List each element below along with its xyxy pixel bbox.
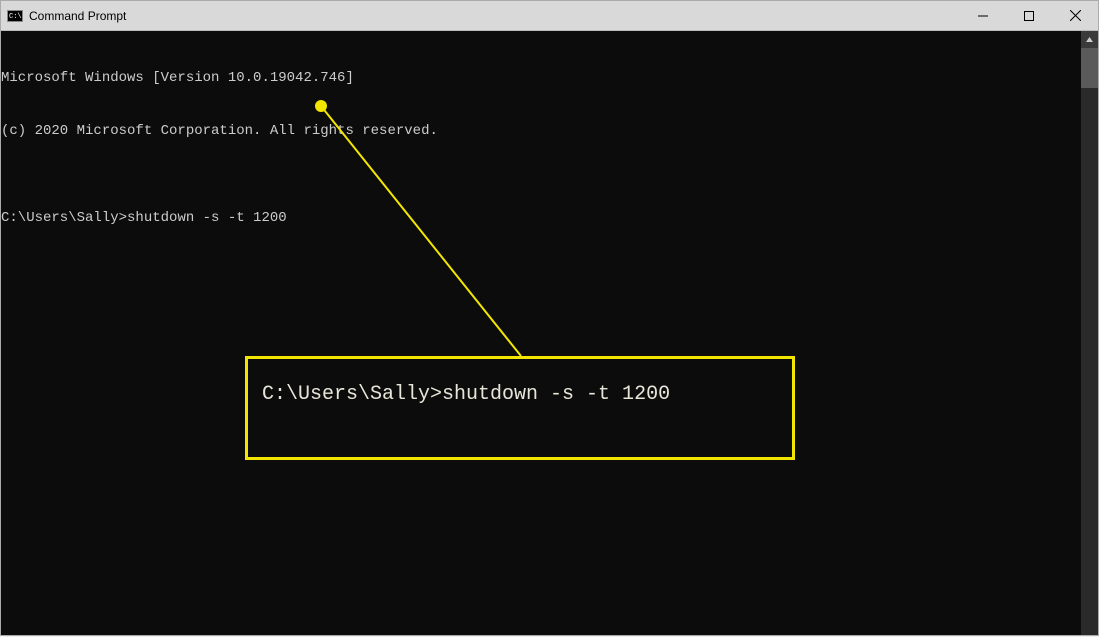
svg-text:C:\: C:\: [9, 13, 22, 21]
cmd-icon: C:\: [7, 8, 23, 24]
vertical-scrollbar[interactable]: [1081, 31, 1098, 635]
title-left: C:\ Command Prompt: [7, 8, 126, 24]
minimize-button[interactable]: [960, 1, 1006, 30]
maximize-button[interactable]: [1006, 1, 1052, 30]
terminal-line: Microsoft Windows [Version 10.0.19042.74…: [1, 70, 1081, 88]
scroll-up-arrow-icon[interactable]: [1081, 31, 1098, 48]
titlebar[interactable]: C:\ Command Prompt: [1, 1, 1098, 31]
terminal-prompt-line: C:\Users\Sally>shutdown -s -t 1200: [1, 210, 1081, 228]
terminal-area: Microsoft Windows [Version 10.0.19042.74…: [1, 31, 1098, 635]
window-controls: [960, 1, 1098, 30]
close-button[interactable]: [1052, 1, 1098, 30]
typed-command: shutdown -s -t 1200: [127, 210, 287, 226]
terminal-line: (c) 2020 Microsoft Corporation. All righ…: [1, 123, 1081, 141]
scroll-thumb[interactable]: [1081, 48, 1098, 88]
command-prompt-window: C:\ Command Prompt Microsoft Windows [Ve…: [0, 0, 1099, 636]
prompt-path: C:\Users\Sally>: [1, 210, 127, 226]
terminal-output[interactable]: Microsoft Windows [Version 10.0.19042.74…: [1, 31, 1081, 635]
window-title: Command Prompt: [29, 9, 126, 23]
